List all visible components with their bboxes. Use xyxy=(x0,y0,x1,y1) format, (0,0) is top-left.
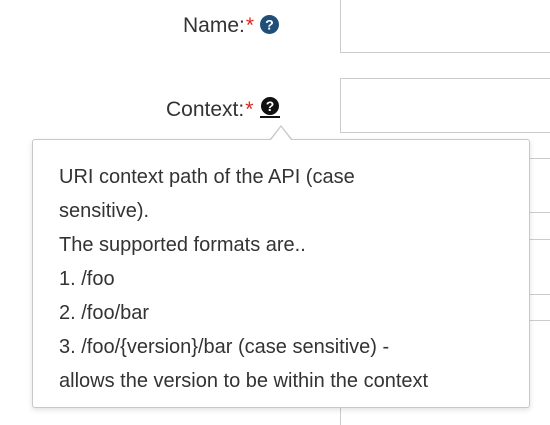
context-help-popover: URI context path of the API (case sensit… xyxy=(32,139,530,408)
svg-text:?: ? xyxy=(266,98,275,114)
name-label: Name: xyxy=(183,14,245,37)
field-divider xyxy=(530,158,550,159)
popover-line: sensitive). xyxy=(59,200,150,222)
name-label-row: Name:* ? xyxy=(183,13,280,40)
popover-line: 3. /foo/{version}/bar (case sensitive) - xyxy=(59,336,390,358)
field-divider xyxy=(530,212,550,213)
context-input[interactable] xyxy=(340,78,550,133)
svg-text:?: ? xyxy=(265,17,274,33)
popover-line: allows the version to be within the cont… xyxy=(59,370,429,392)
context-label: Context: xyxy=(166,98,245,121)
popover-line: The supported formats are.. xyxy=(59,234,306,256)
question-circle-icon[interactable]: ? xyxy=(259,96,281,124)
popover-line: 1. /foo xyxy=(59,268,115,290)
popover-line: URI context path of the API (case xyxy=(59,166,355,188)
field-divider xyxy=(530,294,550,295)
name-input[interactable] xyxy=(340,0,550,53)
field-divider xyxy=(530,239,550,240)
question-circle-icon[interactable]: ? xyxy=(260,15,280,40)
field-divider xyxy=(530,320,550,321)
popover-content: URI context path of the API (case sensit… xyxy=(59,160,519,398)
required-asterisk: * xyxy=(245,98,254,121)
context-label-row: Context:* ? xyxy=(166,94,281,122)
required-asterisk: * xyxy=(245,14,255,37)
popover-arrow-fill xyxy=(271,127,291,140)
field-border xyxy=(340,408,341,425)
popover-line: 2. /foo/bar xyxy=(59,302,150,324)
